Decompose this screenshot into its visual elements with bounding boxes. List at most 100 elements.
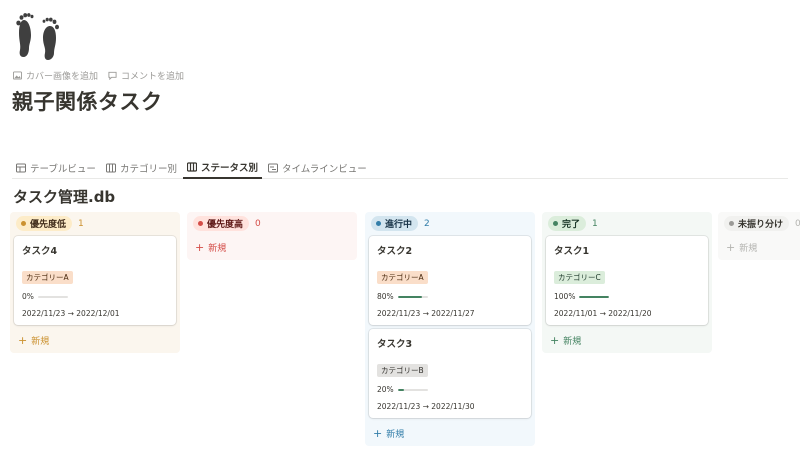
status-label: 進行中 <box>385 220 413 230</box>
board-column: 優先度低 1 タスク4 カテゴリーA 0% 2022/11/23 → 2022/12/01… <box>10 212 180 353</box>
progress-label: 100% <box>554 292 576 301</box>
status-badge: 完了 <box>548 216 587 231</box>
progress-row: 80% <box>377 292 523 301</box>
category-tag: カテゴリーA <box>377 271 428 284</box>
database-title[interactable]: タスク管理.db <box>13 186 115 207</box>
column-count: 0 <box>255 218 261 229</box>
status-dot-icon <box>376 221 381 226</box>
task-card[interactable]: タスク3 カテゴリーB 20% 2022/11/23 → 2022/11/30 <box>369 329 531 418</box>
column-count: 0 <box>795 218 800 229</box>
column-header[interactable]: 未振り分け 0 <box>724 216 800 231</box>
progress-label: 20% <box>377 385 394 394</box>
new-card-label: 新規 <box>739 244 758 254</box>
board-column: 進行中 2 タスク2 カテゴリーA 80% 2022/11/23 → 2022/11/27… <box>365 212 535 446</box>
progress-fill <box>397 388 404 391</box>
progress-label: 0% <box>22 292 34 301</box>
column-header[interactable]: 優先度低 1 <box>16 216 174 231</box>
status-dot-icon <box>729 221 734 226</box>
board-icon <box>186 162 197 172</box>
progress-row: 20% <box>377 385 523 394</box>
column-header[interactable]: 進行中 2 <box>371 216 529 231</box>
progress-bar <box>37 295 68 298</box>
progress-bar <box>397 388 428 391</box>
card-title: タスク2 <box>377 246 413 257</box>
page-title: 親子関係タスク <box>12 90 163 114</box>
progress-bar <box>579 295 610 298</box>
category-tag: カテゴリーA <box>22 271 73 284</box>
footprints-icon[interactable] <box>12 10 64 62</box>
tab-label: タイムラインビュー <box>281 164 367 175</box>
timeline-icon <box>267 163 278 173</box>
status-label: 完了 <box>562 220 581 230</box>
image-icon <box>13 71 22 80</box>
column-count: 2 <box>424 218 430 229</box>
add-comment-label: コメントを追加 <box>121 72 185 82</box>
status-label: 優先度低 <box>30 220 67 230</box>
progress-row: 100% <box>554 292 700 301</box>
new-card-label: 新規 <box>31 337 50 347</box>
view-tabs: テーブルビュー カテゴリー別 ステータス別 タイムラインビュー <box>12 157 788 179</box>
card-title: タスク3 <box>377 339 413 350</box>
board-icon <box>105 163 116 173</box>
tab-status-view[interactable]: ステータス別 <box>182 157 262 179</box>
add-cover-label: カバー画像を追加 <box>26 72 99 82</box>
new-card-button[interactable]: + 新規 <box>546 329 708 347</box>
column-count: 1 <box>78 218 84 229</box>
board-column: 未振り分け 0 + 新規 <box>718 212 800 260</box>
page-actions: カバー画像を追加 コメントを追加 <box>13 69 184 82</box>
new-card-button[interactable]: + 新規 <box>14 329 176 347</box>
plus-icon: + <box>726 241 736 254</box>
card-title: タスク4 <box>22 246 58 257</box>
plus-icon: + <box>18 334 28 347</box>
progress-fill <box>397 295 422 298</box>
task-card[interactable]: タスク1 カテゴリーC 100% 2022/11/01 → 2022/11/20 <box>546 236 708 325</box>
plus-icon: + <box>195 241 205 254</box>
status-badge: 未振り分け <box>724 216 790 231</box>
new-card-label: 新規 <box>386 430 405 440</box>
board-column: 優先度高 0 + 新規 <box>187 212 357 260</box>
new-card-button[interactable]: + 新規 <box>369 422 531 440</box>
tab-table-view[interactable]: テーブルビュー <box>12 157 100 179</box>
status-label: 優先度高 <box>207 220 244 230</box>
status-badge: 優先度高 <box>193 216 250 231</box>
tab-label: カテゴリー別 <box>119 164 177 175</box>
tab-label: ステータス別 <box>200 163 258 174</box>
progress-row: 0% <box>22 292 168 301</box>
column-header[interactable]: 優先度高 0 <box>193 216 351 231</box>
tab-label: テーブルビュー <box>30 164 96 175</box>
tab-timeline-view[interactable]: タイムラインビュー <box>264 157 371 179</box>
status-dot-icon <box>198 221 203 226</box>
card-title: タスク1 <box>554 246 590 257</box>
status-dot-icon <box>553 221 558 226</box>
add-cover-button[interactable]: カバー画像を追加 <box>13 69 98 82</box>
date-range: 2022/11/23 → 2022/12/01 <box>22 309 120 318</box>
task-card[interactable]: タスク2 カテゴリーA 80% 2022/11/23 → 2022/11/27 <box>369 236 531 325</box>
date-range: 2022/11/23 → 2022/11/30 <box>377 402 475 411</box>
board-column: 完了 1 タスク1 カテゴリーC 100% 2022/11/01 → 2022/11/20… <box>542 212 712 353</box>
task-card[interactable]: タスク4 カテゴリーA 0% 2022/11/23 → 2022/12/01 <box>14 236 176 325</box>
progress-label: 80% <box>377 292 394 301</box>
new-card-label: 新規 <box>208 244 227 254</box>
plus-icon: + <box>550 334 560 347</box>
status-label: 未振り分け <box>738 220 784 230</box>
category-tag: カテゴリーC <box>554 271 605 284</box>
status-badge: 優先度低 <box>16 216 73 231</box>
kanban-board: 優先度低 1 タスク4 カテゴリーA 0% 2022/11/23 → 2022/12/01… <box>10 212 800 446</box>
column-count: 1 <box>592 218 598 229</box>
column-header[interactable]: 完了 1 <box>548 216 706 231</box>
status-badge: 進行中 <box>371 216 419 231</box>
comment-icon <box>108 71 117 80</box>
table-icon <box>16 163 26 173</box>
add-comment-button[interactable]: コメントを追加 <box>108 69 184 82</box>
tab-category-view[interactable]: カテゴリー別 <box>102 157 181 179</box>
new-card-label: 新規 <box>563 337 582 347</box>
date-range: 2022/11/23 → 2022/11/27 <box>377 309 475 318</box>
new-card-button[interactable]: + 新規 <box>722 236 800 254</box>
plus-icon: + <box>373 427 383 440</box>
date-range: 2022/11/01 → 2022/11/20 <box>554 309 652 318</box>
status-dot-icon <box>21 221 26 226</box>
category-tag: カテゴリーB <box>377 364 428 377</box>
progress-bar <box>397 295 428 298</box>
progress-fill <box>579 295 610 298</box>
new-card-button[interactable]: + 新規 <box>191 236 353 254</box>
